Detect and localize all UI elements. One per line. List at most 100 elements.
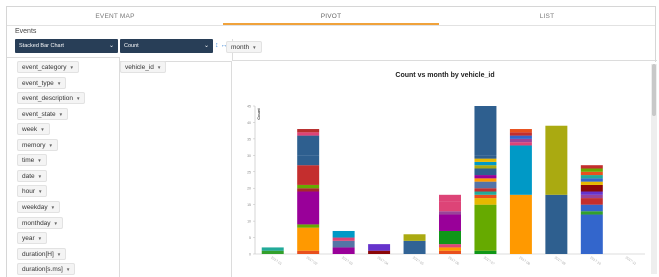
bar-segment <box>439 201 461 212</box>
field-pill-label: event_category <box>22 64 67 71</box>
x-tick-label: 2017-08 <box>518 256 531 266</box>
unused-field-pill[interactable]: memory ▼ <box>17 138 58 151</box>
bar-segment <box>509 142 532 146</box>
bar-segment <box>474 194 497 199</box>
field-pill-label: time <box>22 157 35 165</box>
unused-field-pill[interactable]: year ▼ <box>17 232 48 245</box>
unused-field-pill[interactable]: time ▼ <box>17 154 47 167</box>
bar-segment <box>403 240 426 254</box>
bar-segment <box>509 135 532 139</box>
field-pill-label: hour <box>22 188 36 196</box>
bar-segment <box>297 250 320 254</box>
unused-field-pill[interactable]: week ▼ <box>17 123 50 136</box>
filter-triangle-icon[interactable]: ▼ <box>66 267 70 272</box>
unused-field-pill[interactable]: duration[H] ▼ <box>17 247 67 260</box>
filter-triangle-icon[interactable]: ▼ <box>57 252 61 257</box>
filter-triangle-icon[interactable]: ▼ <box>59 112 63 117</box>
filter-triangle-icon[interactable]: ▼ <box>157 65 161 70</box>
bar-segment <box>297 227 320 251</box>
bar-segment <box>332 237 355 241</box>
unused-field-pill[interactable]: date ▼ <box>17 169 48 182</box>
bar-segment <box>474 158 497 162</box>
row-field-pill[interactable]: vehicle_id ▼ <box>120 61 167 73</box>
unused-field-pill[interactable]: monthday ▼ <box>17 216 64 229</box>
chart-title: Count vs month by vehicle_id <box>395 72 495 79</box>
chart-scrollbar[interactable] <box>651 64 657 274</box>
field-pill-label: week <box>22 126 38 134</box>
unused-field-pill[interactable]: event_description ▼ <box>17 92 86 105</box>
field-pill-label: month <box>231 44 250 51</box>
filter-triangle-icon[interactable]: ▼ <box>57 81 61 86</box>
x-tick-label: 2017-09 <box>554 256 567 266</box>
filter-triangle-icon[interactable]: ▼ <box>37 158 41 163</box>
filter-triangle-icon[interactable]: ▼ <box>40 127 44 132</box>
filter-triangle-icon[interactable]: ▼ <box>38 174 42 179</box>
bar-segment <box>439 247 461 251</box>
chevron-down-icon: ⌄ <box>108 43 114 49</box>
x-tick-label: 2017-01 <box>270 256 283 266</box>
tab-event-map[interactable]: EVENT MAP <box>7 7 223 25</box>
aggregator-select[interactable]: Count ⌄ <box>120 39 213 53</box>
bar-segment <box>580 214 603 254</box>
tab-bar: EVENT MAP PIVOT LIST <box>7 7 655 26</box>
bar-segment <box>580 165 603 169</box>
bar-segment <box>580 191 603 195</box>
bar-segment <box>439 250 461 254</box>
bar-segment <box>439 244 461 248</box>
y-tick-label: 15 <box>247 203 251 207</box>
bar-segment <box>580 178 603 182</box>
field-pill-label: memory <box>22 141 46 149</box>
scrollbar-thumb[interactable] <box>652 64 656 116</box>
filter-triangle-icon[interactable]: ▼ <box>51 205 55 210</box>
unused-field-pill[interactable]: hour ▼ <box>17 185 48 198</box>
bar-segment <box>297 224 320 228</box>
unused-field-pill[interactable]: event_type ▼ <box>17 76 67 89</box>
y-tick-label: 10 <box>247 220 251 224</box>
renderer-select-value: Stacked Bar Chart <box>19 43 64 49</box>
bar-segment <box>509 129 532 133</box>
x-tick-label: 2017-07 <box>483 256 496 266</box>
filter-triangle-icon[interactable]: ▼ <box>69 65 73 70</box>
y-tick-label: 0 <box>249 253 251 257</box>
field-pill-label: vehicle_id <box>125 64 154 71</box>
bar-segment <box>297 184 320 189</box>
bar-segment <box>509 145 532 195</box>
filter-triangle-icon[interactable]: ▼ <box>252 45 256 50</box>
column-field-pill[interactable]: month ▼ <box>226 41 262 53</box>
bar-segment <box>297 191 320 225</box>
tab-list[interactable]: LIST <box>439 7 655 25</box>
bar-segment <box>332 240 355 248</box>
bar-segment <box>297 165 320 185</box>
y-tick-label: 20 <box>247 187 251 191</box>
bar-segment <box>474 178 497 182</box>
filter-triangle-icon[interactable]: ▼ <box>38 236 42 241</box>
field-pill-label: weekday <box>22 203 48 211</box>
renderer-select[interactable]: Stacked Bar Chart ⌄ <box>15 39 118 53</box>
bar-segment <box>297 129 320 133</box>
filter-triangle-icon[interactable]: ▼ <box>54 221 58 226</box>
unused-field-pill[interactable]: weekday ▼ <box>17 200 61 213</box>
unused-field-pill[interactable]: duration[s.ms] ▼ <box>17 263 76 276</box>
unused-field-pill[interactable]: event_category ▼ <box>17 61 79 73</box>
y-axis-label: Count <box>256 108 261 120</box>
bar-segment <box>439 230 461 245</box>
bar-segment <box>439 211 461 215</box>
bar-segment <box>580 198 603 205</box>
filter-triangle-icon[interactable]: ▼ <box>38 189 42 194</box>
bar-segment <box>474 198 497 205</box>
bar-segment <box>474 168 497 176</box>
y-tick-label: 30 <box>247 154 251 158</box>
filter-triangle-icon[interactable]: ▼ <box>48 143 52 148</box>
tab-pivot[interactable]: PIVOT <box>223 7 439 25</box>
unused-field-pill[interactable]: event_state ▼ <box>17 107 69 120</box>
bar-segment <box>545 125 568 195</box>
bar-segment <box>439 194 461 202</box>
bar-segment <box>332 247 355 254</box>
bar-segment <box>474 161 497 166</box>
field-pill-label: monthday <box>22 219 51 227</box>
bar-segment <box>580 184 603 192</box>
bar-segment <box>403 234 426 241</box>
filter-triangle-icon[interactable]: ▼ <box>76 96 80 101</box>
y-tick-label: 35 <box>247 137 251 141</box>
bar-segment <box>474 165 497 169</box>
